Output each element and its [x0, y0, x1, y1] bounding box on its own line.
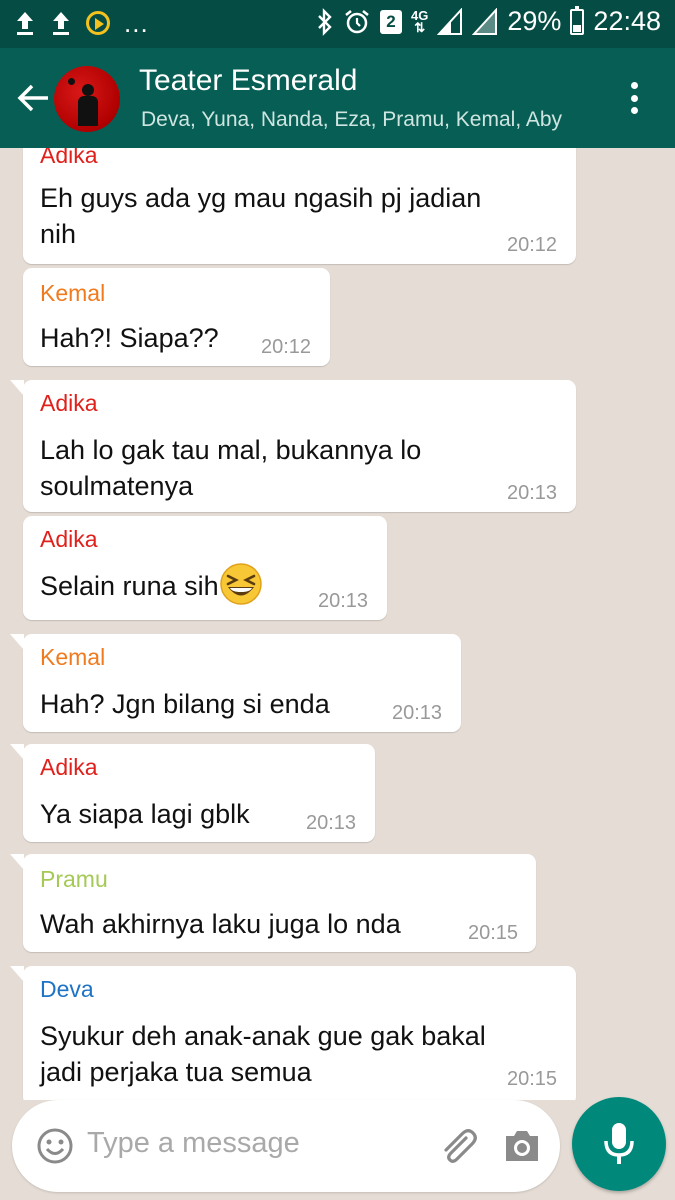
bluetooth-icon: [318, 7, 332, 36]
message-text: Selain runa sih: [40, 563, 263, 606]
message-time: 20:12: [507, 234, 558, 256]
more-vert-icon[interactable]: [620, 78, 648, 118]
group-title[interactable]: Teater Esmerald: [139, 64, 357, 98]
message-sender: Adika: [40, 754, 98, 780]
message-time: 20:13: [306, 812, 357, 834]
message-list[interactable]: Adika Eh guys ada yg mau ngasih pj jadia…: [0, 148, 675, 1100]
arrow-back-icon[interactable]: [14, 78, 54, 118]
message-bubble[interactable]: Kemal Hah?! Siapa?? 20:12: [23, 268, 330, 366]
message-time: 20:13: [392, 702, 443, 724]
app-notification-icon: [86, 11, 110, 35]
paperclip-icon[interactable]: [436, 1124, 480, 1168]
status-notifications: ...: [14, 8, 149, 38]
notification-overflow: ...: [124, 8, 149, 38]
message-bubble[interactable]: Kemal Hah? Jgn bilang si enda 20:13: [10, 634, 461, 732]
message-text: nih: [40, 219, 77, 249]
message-sender: Pramu: [40, 866, 108, 892]
message-input[interactable]: Type a message: [87, 1127, 300, 1160]
group-avatar[interactable]: [54, 66, 120, 132]
message-text: Hah?! Siapa??: [40, 323, 219, 353]
message-sender: Adika: [40, 148, 98, 168]
microphone-button[interactable]: [572, 1097, 666, 1191]
smiley-icon[interactable]: [36, 1127, 74, 1165]
chat-header: Teater Esmerald Deva, Yuna, Nanda, Eza, …: [0, 48, 675, 148]
upload-icon: [50, 8, 72, 38]
message-time: 20:15: [468, 922, 519, 944]
message-bubble[interactable]: Adika Selain runa sih 20:13: [23, 516, 387, 620]
upload-icon: [14, 8, 36, 38]
message-sender: Adika: [40, 390, 98, 416]
alarm-icon: [345, 9, 369, 33]
battery-icon: [570, 5, 585, 35]
message-time: 20:15: [507, 1068, 558, 1090]
sim-slot-badge: 2: [380, 9, 403, 34]
message-text: Wah akhirnya laku juga lo nda: [40, 909, 401, 939]
status-indicators: 2 4G ⇅ 29% 22:48: [316, 5, 661, 37]
message-sender: Deva: [40, 976, 94, 1002]
message-sender: Kemal: [40, 644, 106, 670]
message-sender: Kemal: [40, 280, 106, 306]
message-text: Hah? Jgn bilang si enda: [40, 689, 330, 719]
message-bubble[interactable]: Adika Lah lo gak tau mal, bukannya lo so…: [10, 380, 576, 512]
signal-icon: [437, 7, 463, 35]
camera-icon[interactable]: [502, 1127, 542, 1165]
network-type: 4G ⇅: [411, 7, 429, 35]
message-bubble[interactable]: Pramu Wah akhirnya laku juga lo nda 20:1…: [10, 854, 536, 952]
message-sender: Adika: [40, 526, 98, 552]
message-time: 20:13: [318, 590, 369, 612]
message-text: Lah lo gak tau mal, bukannya lo: [40, 435, 422, 465]
message-composer[interactable]: Type a message: [12, 1100, 560, 1192]
message-bubble[interactable]: Deva Syukur deh anak-anak gue gak bakal …: [10, 966, 576, 1100]
message-time: 20:12: [261, 336, 312, 358]
grinning-squinting-face-emoji: [219, 563, 262, 605]
message-bubble[interactable]: Adika Ya siapa lagi gblk 20:13: [10, 744, 375, 842]
status-bar: ... 2 4G ⇅ 29% 22:48: [0, 0, 675, 48]
status-clock: 22:48: [593, 6, 661, 36]
message-text: Syukur deh anak-anak gue gak bakal: [40, 1021, 486, 1051]
battery-percent: 29%: [507, 6, 562, 36]
group-participants[interactable]: Deva, Yuna, Nanda, Eza, Pramu, Kemal, Ab…: [141, 108, 574, 132]
message-time: 20:13: [507, 482, 558, 504]
message-text: Ya siapa lagi gblk: [40, 799, 250, 829]
message-text: Eh guys ada yg mau ngasih pj jadian: [40, 183, 482, 213]
message-text: jadi perjaka tua semua: [40, 1057, 312, 1087]
message-bubble[interactable]: Adika Eh guys ada yg mau ngasih pj jadia…: [23, 148, 576, 264]
message-text: soulmatenya: [40, 471, 194, 501]
signal-icon: [472, 7, 498, 35]
microphone-icon: [604, 1123, 634, 1164]
